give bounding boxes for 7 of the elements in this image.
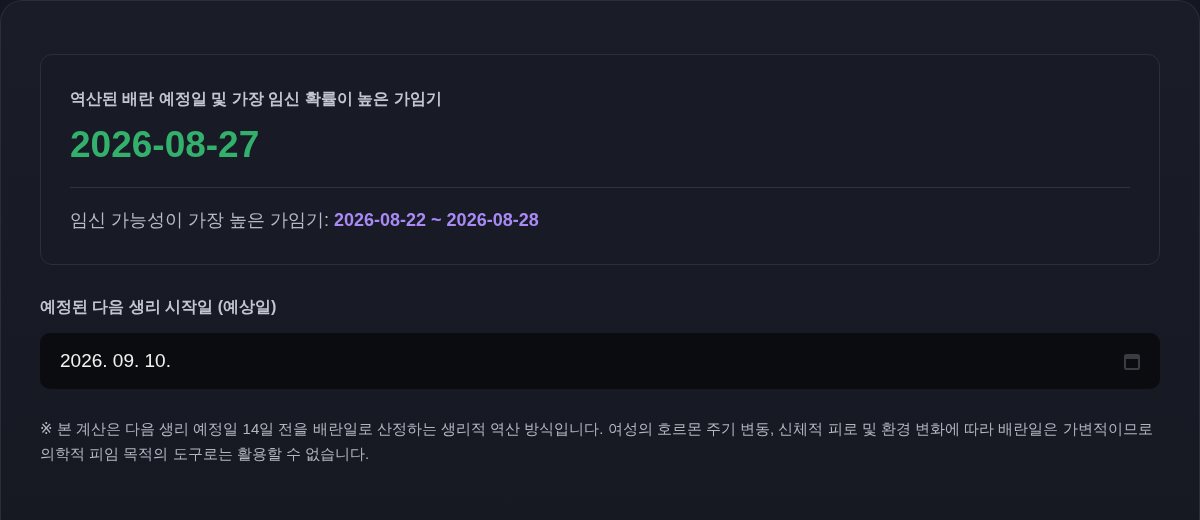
date-input-field[interactable]: 2026. 09. 10. — [40, 333, 1160, 389]
ovulation-date: 2026-08-27 — [70, 124, 261, 166]
result-title: 역산된 배란 예정일 및 가장 임신 확률이 높은 가임기 — [70, 89, 443, 109]
disclaimer-note: ※ 본 계산은 다음 생리 예정일 14일 전을 배란일로 산정하는 생리적 역산 방식입니다. 여성의 호르몬 주기 변동, 신체적 피로 및 환경 변화에 따라 배란일은 가변적이므로 의학적 피임 목적의 도구로는 활용할 수 없습니다. — [40, 419, 1154, 464]
fertile-window-text: 임신 가능성이 가장 높은 가임기: 2026-08-22 ~ 2026-08-28 — [70, 209, 540, 232]
calendar-icon[interactable] — [1124, 352, 1140, 370]
field-label: 예정된 다음 생리 시작일 (예상일) — [40, 297, 278, 317]
